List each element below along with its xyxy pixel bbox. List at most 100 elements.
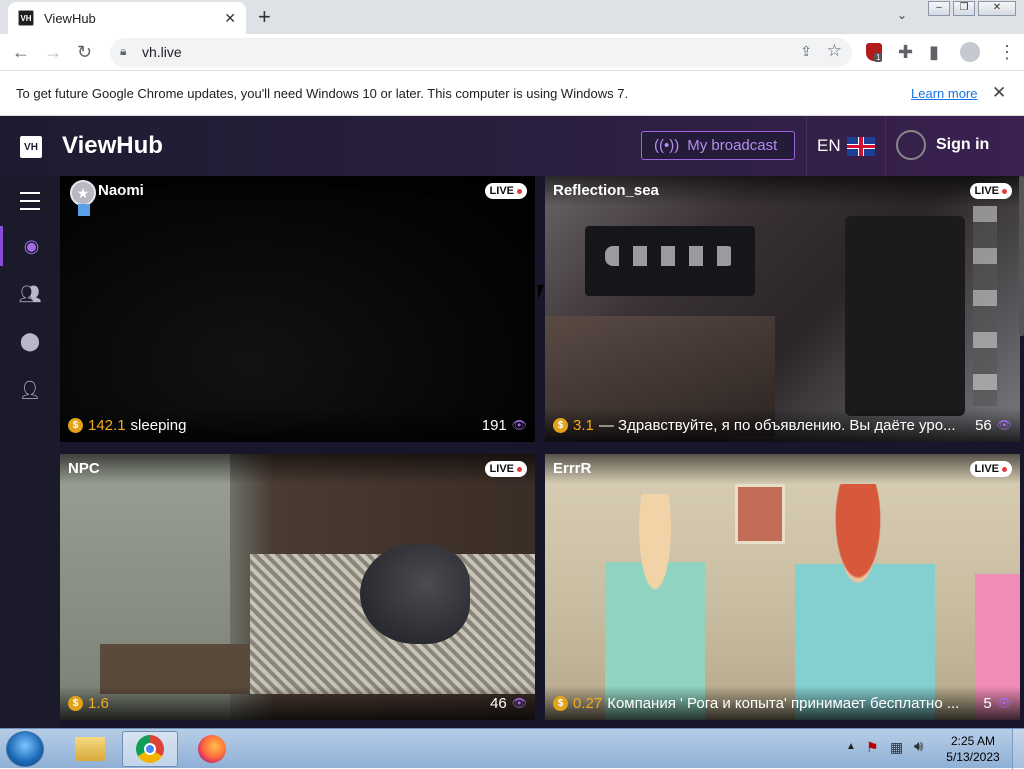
- sidebar-item-broadcast[interactable]: ⬤: [0, 321, 60, 361]
- header-divider: [885, 116, 886, 176]
- tab-search-chevron-icon[interactable]: ⌄: [897, 8, 907, 22]
- viewhub-logo[interactable]: VH: [20, 136, 42, 158]
- token-goal: 142.1: [88, 416, 126, 434]
- streamer-name: ErrrR: [553, 460, 592, 477]
- taskbar-explorer[interactable]: [62, 731, 118, 767]
- forward-icon[interactable]: →: [44, 42, 62, 62]
- tab-close-icon[interactable]: ✕: [224, 10, 236, 27]
- coin-icon: $: [68, 695, 83, 711]
- sign-in-label: Sign in: [936, 136, 990, 153]
- live-badge: LIVE: [969, 183, 1012, 199]
- stream-subject: Компания ' Рога и копыта' принимает бесп…: [607, 694, 960, 712]
- chrome-icon: [136, 735, 164, 763]
- start-button-icon[interactable]: [6, 731, 44, 767]
- tab-favicon: VH: [18, 10, 34, 26]
- sidebar-item-live-cams[interactable]: ◉: [0, 226, 60, 266]
- restore-window-icon[interactable]: ❐: [953, 1, 975, 16]
- stream-info: $ 142.1 sleeping 191 👁︎: [68, 416, 527, 434]
- live-badge: LIVE: [484, 183, 527, 199]
- profile-avatar-icon[interactable]: [960, 42, 980, 62]
- system-clock[interactable]: 2:25 AM 5/13/2023: [940, 733, 1006, 765]
- update-infobar: To get future Google Chrome updates, you…: [0, 72, 1024, 116]
- firefox-icon: [198, 735, 226, 763]
- clock-time: 2:25 AM: [950, 734, 996, 748]
- award-ribbon-tail: [78, 204, 90, 216]
- sidebar: ◉ 👥︎ ⬤ 👤︎: [0, 176, 60, 728]
- streamer-name: Naomi: [98, 182, 144, 199]
- browser-tab-strip: VH ViewHub ✕ + ⌄ – ❐ ✕: [0, 0, 1024, 34]
- site-header: VH ViewHub ((•)) My broadcast EN Sign in: [0, 116, 1024, 176]
- stream-tile[interactable]: NPC LIVE $ 1.6 46 👁︎: [60, 454, 535, 720]
- clock-date: 5/13/2023: [946, 750, 1000, 764]
- chrome-menu-icon[interactable]: ⋮: [998, 42, 1016, 62]
- back-icon[interactable]: ←: [12, 42, 30, 62]
- user-settings-icon: 👤︎: [18, 379, 42, 400]
- show-hidden-icons[interactable]: ▲: [846, 741, 856, 752]
- windows-taskbar: ▲ ⚑ ▦ 🔊︎ 2:25 AM 5/13/2023: [0, 728, 1024, 769]
- new-tab-icon[interactable]: +: [258, 6, 271, 28]
- infobar-message: To get future Google Chrome updates, you…: [16, 86, 629, 101]
- volume-icon[interactable]: 🔊︎: [914, 738, 923, 755]
- eye-icon: 👁︎: [996, 418, 1012, 432]
- reload-icon[interactable]: ↻: [77, 42, 92, 62]
- extensions-puzzle-icon[interactable]: ✚: [898, 42, 913, 62]
- side-panel-icon[interactable]: ▮: [929, 42, 939, 62]
- webcam-badge-icon: ⬤: [19, 330, 41, 351]
- action-center-flag-icon[interactable]: ⚑: [866, 739, 879, 756]
- user-avatar-icon: [896, 130, 926, 160]
- hamburger-menu-icon[interactable]: [20, 192, 40, 210]
- show-desktop-button[interactable]: [1012, 729, 1024, 769]
- live-badge: LIVE: [969, 461, 1012, 477]
- bookmark-star-icon[interactable]: ☆: [827, 41, 842, 61]
- language-selector[interactable]: EN: [817, 136, 875, 156]
- browser-tab[interactable]: VH ViewHub ✕: [8, 2, 246, 34]
- learn-more-link[interactable]: Learn more: [911, 86, 977, 101]
- stream-info: $ 3.1 — Здравствуйте, я по объявлению. В…: [553, 416, 1012, 434]
- viewer-count: 191 👁︎: [481, 416, 527, 434]
- taskbar-chrome[interactable]: [122, 731, 178, 767]
- broadcast-icon: ((•)): [654, 137, 680, 154]
- stream-tile[interactable]: ErrrR LIVE $ 0.27 Компания ' Рога и копы…: [545, 454, 1020, 720]
- close-window-icon[interactable]: ✕: [978, 1, 1016, 16]
- page-scrollbar[interactable]: [1019, 176, 1024, 336]
- browser-toolbar: ← → ↻ 🔒︎ vh.live ⇪ ☆ 1 ✚ ▮ ⋮: [0, 34, 1024, 71]
- header-divider: [806, 116, 807, 176]
- viewer-count: 56 👁︎: [975, 416, 1012, 434]
- folder-icon: [75, 737, 105, 761]
- ublock-extension-icon[interactable]: 1: [866, 43, 883, 62]
- sidebar-item-account[interactable]: 👤︎: [0, 370, 60, 410]
- token-goal: 1.6: [88, 694, 109, 712]
- minimize-window-icon[interactable]: –: [928, 1, 950, 16]
- eye-icon: 👁︎: [996, 696, 1012, 710]
- streamer-name: NPC: [68, 460, 100, 477]
- stream-subject: sleeping: [130, 416, 187, 434]
- extension-badge: 1: [874, 53, 883, 62]
- coin-icon: $: [553, 695, 568, 711]
- network-icon[interactable]: ▦: [890, 739, 903, 756]
- stream-tile[interactable]: Reflection_sea LIVE $ 3.1 — Здравствуйте…: [545, 176, 1020, 442]
- stream-subject: — Здравствуйте, я по объявлению. Вы даёт…: [598, 416, 956, 434]
- brand-name[interactable]: ViewHub: [62, 132, 163, 160]
- stream-info: $ 1.6 46 👁︎: [68, 694, 527, 712]
- eye-icon: 👁︎: [511, 696, 527, 710]
- eye-icon: 👁︎: [511, 418, 527, 432]
- infobar-close-icon[interactable]: ✕: [992, 83, 1006, 103]
- tab-title: ViewHub: [44, 10, 96, 26]
- stream-tile[interactable]: ★ Naomi LIVE $ 142.1 sleeping 191 👁︎: [60, 176, 535, 442]
- share-icon[interactable]: ⇪: [800, 43, 812, 60]
- url-text[interactable]: vh.live: [142, 44, 182, 60]
- my-broadcast-button[interactable]: ((•)) My broadcast: [641, 131, 795, 160]
- sidebar-item-following[interactable]: 👥︎: [0, 274, 60, 314]
- webcam-icon: ◉: [23, 235, 40, 256]
- coin-icon: $: [553, 417, 568, 433]
- language-code: EN: [817, 136, 841, 155]
- token-goal: 0.27: [573, 694, 603, 712]
- coin-icon: $: [68, 417, 83, 433]
- address-bar[interactable]: 🔒︎ vh.live ⇪ ☆: [110, 38, 852, 67]
- taskbar-firefox[interactable]: [184, 731, 240, 767]
- lock-icon[interactable]: 🔒︎: [120, 44, 126, 59]
- viewhub-page: VH ViewHub ((•)) My broadcast EN Sign in…: [0, 116, 1024, 728]
- award-ribbon-icon: ★: [70, 180, 96, 206]
- sign-in-button[interactable]: Sign in: [896, 130, 989, 160]
- stream-info: $ 0.27 Компания ' Рога и копыта' принима…: [553, 694, 1012, 712]
